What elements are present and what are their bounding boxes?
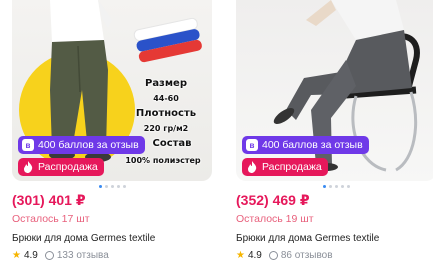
review-bubble-icon [268,251,278,260]
sale-badge: Распродажа [18,158,104,176]
points-badge: в 400 баллов за отзыв [242,136,369,154]
flame-icon [22,161,34,173]
flame-icon [246,161,258,173]
star-icon: ★ [12,250,21,261]
size-label: Размер [144,78,187,89]
product-price: (352) 469 ₽ [236,192,310,208]
product-title[interactable]: Брюки для дома Germes textile [236,233,379,244]
product-rating: ★ 4.9 86 отзывов [236,250,333,261]
product-rating: ★ 4.9 133 отзыва [12,250,109,261]
product-card[interactable]: Размер 44-60 Плотность 220 гр/м2 Состав … [12,0,212,267]
points-badge-label: 400 баллов за отзыв [38,139,139,151]
star-icon: ★ [236,250,245,261]
product-price: (301) 401 ₽ [12,192,86,208]
review-count[interactable]: 133 отзыва [57,250,109,261]
points-badge-label: 400 баллов за отзыв [262,139,363,151]
product-grid: Размер 44-60 Плотность 220 гр/м2 Состав … [0,0,433,267]
image-pagination-dots[interactable] [12,185,212,188]
density-value: 220 гр/м2 [143,124,189,133]
composition-value: 100% полиэстер [125,156,201,165]
points-badge: в 400 баллов за отзыв [18,136,145,154]
sale-badge: Распродажа [242,158,328,176]
stock-remaining: Осталось 17 шт [12,213,90,225]
rating-value: 4.9 [247,250,262,261]
product-photo[interactable]: в 400 баллов за отзыв Распродажа [236,0,433,181]
vk-points-icon: в [246,139,258,151]
sale-badge-label: Распродажа [262,161,322,173]
sale-badge-label: Распродажа [38,161,98,173]
vk-points-icon: в [22,139,34,151]
product-photo[interactable]: Размер 44-60 Плотность 220 гр/м2 Состав … [12,0,212,181]
stock-remaining: Осталось 19 шт [236,213,314,225]
review-bubble-icon [44,251,54,260]
product-title[interactable]: Брюки для дома Germes textile [12,233,155,244]
rating-value: 4.9 [23,250,38,261]
review-count[interactable]: 86 отзывов [281,250,333,261]
product-card[interactable]: в 400 баллов за отзыв Распродажа (352) 4… [236,0,433,267]
size-value: 44-60 [153,94,179,103]
density-label: Плотность [135,108,197,119]
image-pagination-dots[interactable] [236,185,433,188]
